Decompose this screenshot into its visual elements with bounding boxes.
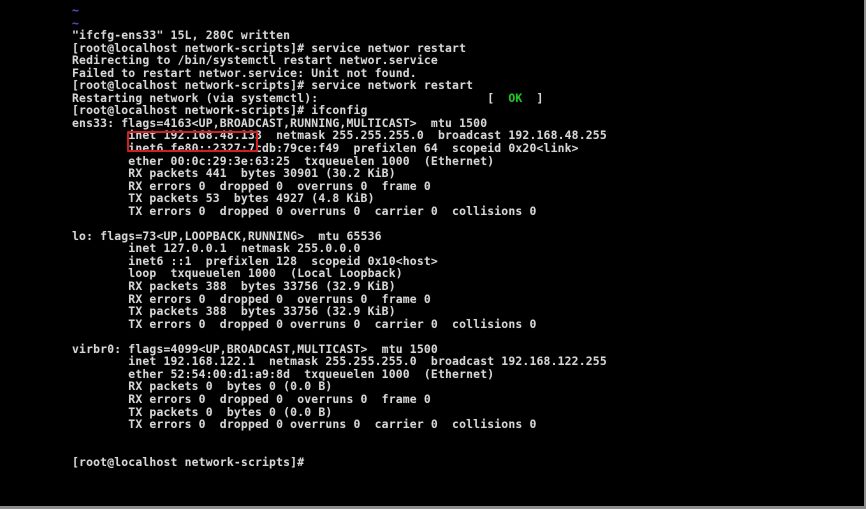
terminal-line-final-prompt: [root@localhost network-scripts]# bbox=[72, 454, 305, 469]
terminal-line-virbr0-tx-errors: TX errors 0 dropped 0 overruns 0 carrier… bbox=[72, 417, 537, 432]
terminal-line-lo-rx-packets: RX packets 388 bytes 33756 (32.9 KiB) bbox=[72, 279, 396, 294]
terminal-line-blank-3 bbox=[72, 431, 862, 444]
terminal-line-ens33-tx-errors: TX errors 0 dropped 0 overruns 0 carrier… bbox=[72, 203, 537, 218]
terminal-line-cmd-service-network-restart: [root@localhost network-scripts]# servic… bbox=[72, 78, 474, 93]
terminal-line-virbr0-inet: inet 192.168.122.1 netmask 255.255.255.0… bbox=[72, 354, 607, 369]
terminal-line-lo-tx-packets: TX packets 388 bytes 33756 (32.9 KiB) bbox=[72, 304, 396, 319]
terminal-line-redirect-systemctl: Redirecting to /bin/systemctl restart ne… bbox=[72, 53, 438, 68]
terminal-line-blank-4 bbox=[72, 443, 862, 456]
terminal-line-ens33-rx-packets: RX packets 441 bytes 30901 (30.2 KiB) bbox=[72, 166, 396, 181]
terminal-line-blank-1 bbox=[72, 217, 862, 230]
terminal-line-tilde-1: ~ bbox=[72, 3, 80, 17]
terminal-line-ens33-tx-packets: TX packets 53 bytes 4927 (4.8 KiB) bbox=[72, 191, 375, 206]
status-ok-badge: OK bbox=[508, 90, 523, 105]
terminal-line-vim-write: "ifcfg-ens33" 15L, 280C written bbox=[72, 28, 291, 43]
terminal-line-virbr0-rx-errors: RX errors 0 dropped 0 overruns 0 frame 0 bbox=[72, 391, 431, 406]
terminal-output[interactable]: ~ ~ "ifcfg-ens33" 15L, 280C written [root@l… bbox=[72, 4, 862, 468]
terminal-line-ens33-inet6: inet6 fe80::2327:7cdb:79ce:f49 prefixlen… bbox=[72, 141, 579, 156]
terminal-screen[interactable]: ~ ~ "ifcfg-ens33" 15L, 280C written [root@l… bbox=[0, 0, 866, 509]
terminal-line-blank-2 bbox=[72, 330, 862, 343]
terminal-line-lo-tx-errors: TX errors 0 dropped 0 overruns 0 carrier… bbox=[72, 316, 537, 331]
